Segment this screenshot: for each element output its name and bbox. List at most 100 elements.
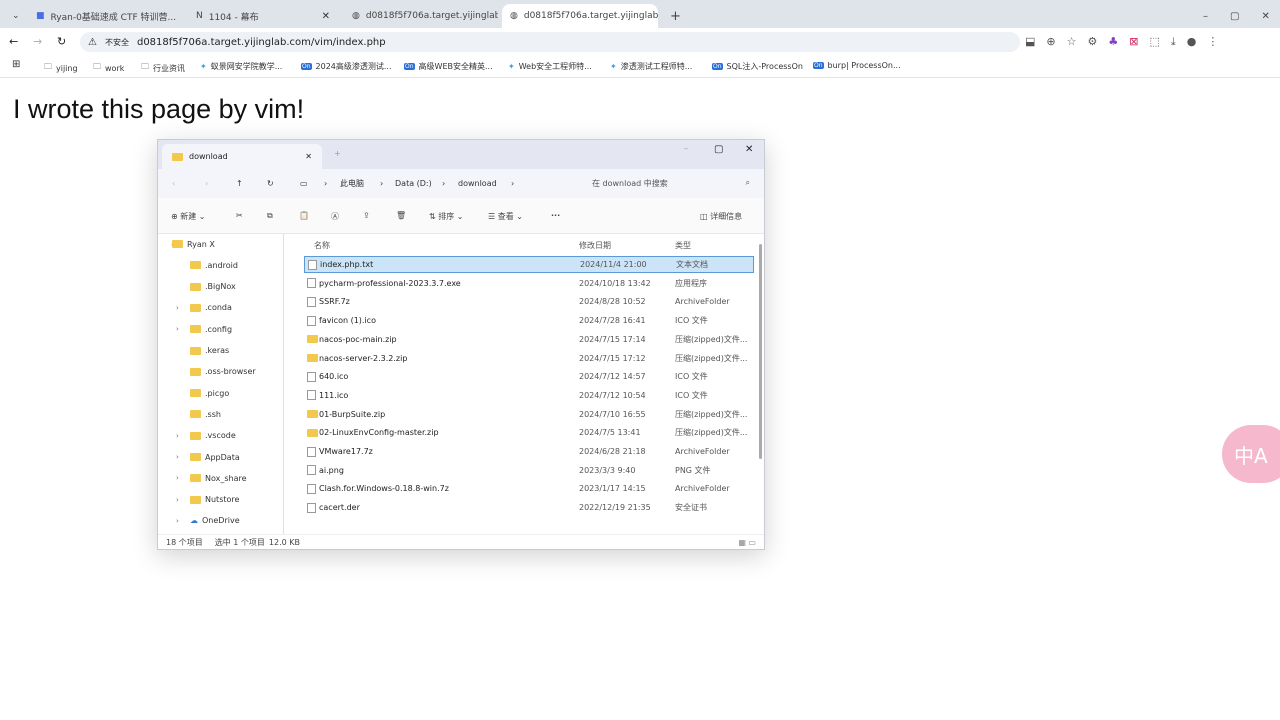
file-row[interactable]: VMware17.7z 2024/6/28 21:18 ArchiveFolder <box>304 443 754 460</box>
folder-icon <box>190 346 201 355</box>
file-row[interactable]: 111.ico 2024/7/12 10:54 ICO 文件 <box>304 387 754 404</box>
file-icon <box>307 446 316 457</box>
back-icon[interactable]: ‹ <box>172 179 175 188</box>
file-icon <box>307 502 316 513</box>
folder-icon <box>190 410 201 419</box>
bookmark[interactable]: ✦ Web安全工程师特... <box>508 61 592 72</box>
explorer-tab[interactable]: download ✕ <box>162 144 322 169</box>
url-input[interactable]: ⚠ 不安全 d0818f5f706a.target.yijinglab.com/v… <box>80 32 1020 52</box>
file-row[interactable]: 640.ico 2024/7/12 14:57 ICO 文件 <box>304 368 754 385</box>
refresh-icon[interactable]: ↻ <box>267 179 274 188</box>
computer-icon[interactable]: ▭ <box>300 179 308 188</box>
column-header-name[interactable]: 名称 <box>314 240 330 251</box>
maximize-button[interactable]: ▢ <box>714 144 723 155</box>
copy-icon[interactable]: ⧉ <box>267 211 273 221</box>
details-button[interactable]: ◫ 详细信息 <box>700 211 742 222</box>
column-header-date[interactable]: 修改日期 <box>579 240 611 251</box>
back-icon[interactable]: ← <box>9 35 18 48</box>
bookmark[interactable]: On 高级WEB安全精英... <box>404 61 493 72</box>
file-list: 名称 修改日期 类型 index.php.txt 2024/11/4 21:00 文… <box>286 234 764 534</box>
zip-folder-icon <box>307 354 318 362</box>
delete-icon[interactable]: 🗑 <box>396 211 406 220</box>
file-row[interactable]: nacos-poc-main.zip 2024/7/15 17:14 压缩(zipp… <box>304 331 754 348</box>
browser-tab[interactable]: N 1104 - 幕布 ✕ <box>188 4 338 28</box>
chevron-right-icon[interactable]: › <box>176 517 179 525</box>
folder-icon <box>172 240 183 248</box>
bookmark[interactable]: On SQL注入-ProcessOn <box>712 61 803 72</box>
tab-search-button[interactable]: ⌄ <box>4 4 24 28</box>
minimize-button[interactable]: – <box>684 144 688 153</box>
folder-icon <box>190 474 201 483</box>
file-icon <box>307 371 316 382</box>
breadcrumb-item[interactable]: 此电脑 <box>340 178 364 189</box>
status-bar: 18 个项目 选中 1 个项目 12.0 KB ▦ ▭ <box>158 534 764 550</box>
folder-icon <box>190 453 201 461</box>
bookmark[interactable]: ✦ 渗透测试工程师特... <box>610 61 692 72</box>
folder-icon <box>172 152 183 161</box>
chevron-right-icon[interactable]: › <box>176 496 179 504</box>
close-icon[interactable]: ✕ <box>305 152 312 161</box>
bookmark-folder[interactable]: 🗀 行业资讯 <box>141 61 185 75</box>
file-icon <box>307 390 316 401</box>
file-row[interactable]: Clash.for.Windows-0.18.8-win.7z 2023/1/17… <box>304 480 754 497</box>
file-row[interactable]: pycharm-professional-2023.3.7.exe 2024/10… <box>304 275 754 292</box>
search-input[interactable]: 在 download 中搜索 ⌕ <box>588 173 758 193</box>
vertical-scrollbar[interactable] <box>759 244 762 459</box>
browser-tab-active[interactable]: ◍d0818f5f706a.target.yijinglab...✕ <box>502 4 658 28</box>
rename-icon[interactable]: Ⓐ <box>331 211 339 222</box>
navigation-pane: ⌄Ryan X.android.BigNox›.conda›.config.ke… <box>158 234 284 534</box>
file-icon <box>307 483 316 494</box>
file-row[interactable]: ai.png 2023/3/3 9:40 PNG 文件 <box>304 462 754 479</box>
window-controls[interactable]: – ▢ ✕ <box>1195 4 1278 28</box>
bookmark[interactable]: ✦ 蚁景网安学院教学... <box>200 61 282 72</box>
view-toggle-icons[interactable]: ▦ ▭ <box>738 538 756 547</box>
chevron-right-icon[interactable]: › <box>176 474 179 482</box>
new-tab-button[interactable]: + <box>334 149 341 158</box>
breadcrumb-item[interactable]: download <box>458 179 497 188</box>
file-icon <box>307 278 316 289</box>
chevron-right-icon[interactable]: › <box>176 325 179 333</box>
up-icon[interactable]: ↑ <box>236 179 243 188</box>
cut-icon[interactable]: ✂ <box>236 211 243 220</box>
chevron-right-icon[interactable]: › <box>176 453 179 461</box>
extension-icons[interactable]: ⬓ ⊕ ☆ ⚙ ♣ ⊠ ⬚ ⤓ ● ⋮ <box>1025 35 1218 49</box>
bookmark-folder[interactable]: 🗀 yijing <box>44 61 78 75</box>
bookmark[interactable]: On 2024高级渗透测试... <box>301 61 392 72</box>
view-button[interactable]: ☰ 查看 ⌄ <box>488 211 523 222</box>
more-button[interactable]: ··· <box>551 211 560 220</box>
column-header-type[interactable]: 类型 <box>675 240 691 251</box>
file-row[interactable]: 01-BurpSuite.zip 2024/7/10 16:55 压缩(zipped… <box>304 406 754 423</box>
translate-button[interactable]: 中A <box>1222 425 1280 483</box>
bookmark[interactable]: On burp| ProcessOn... <box>813 61 901 70</box>
file-row[interactable]: 02-LinuxEnvConfig-master.zip 2024/7/5 13:… <box>304 424 754 441</box>
close-button[interactable]: ✕ <box>745 144 753 155</box>
file-row[interactable]: SSRF.7z 2024/8/28 10:52 ArchiveFolder <box>304 293 754 310</box>
zip-folder-icon <box>307 410 318 419</box>
forward-icon[interactable]: → <box>33 35 42 48</box>
file-row[interactable]: nacos-server-2.3.2.zip 2024/7/15 17:12 压缩(… <box>304 350 754 367</box>
browser-tab[interactable]: ■Ryan-0基础速成 CTF 特训营...✕ <box>28 4 178 28</box>
file-row[interactable]: favicon (1).ico 2024/7/28 16:41 ICO 文件 <box>304 312 754 329</box>
new-button[interactable]: ⊕ 新建 ⌄ <box>171 211 206 222</box>
breadcrumb-item[interactable]: Data (D:) <box>395 179 432 188</box>
file-row[interactable]: index.php.txt 2024/11/4 21:00 文本文档 <box>304 256 754 273</box>
zip-folder-icon <box>307 428 318 437</box>
file-explorer-window: download ✕ + – ▢ ✕ ‹ › ↑ ↻ ▭ › 此电脑 › Data… <box>157 139 765 550</box>
forward-icon[interactable]: › <box>205 179 208 188</box>
chevron-right-icon[interactable]: › <box>176 304 179 312</box>
chevron-right-icon[interactable]: › <box>176 432 179 440</box>
sort-button[interactable]: ⇅ 排序 ⌄ <box>429 211 464 222</box>
zip-folder-icon <box>307 335 318 344</box>
paste-icon[interactable]: 📋 <box>299 211 309 220</box>
new-tab-button[interactable]: + <box>662 4 689 28</box>
cloud-icon: ☁ <box>190 516 198 526</box>
apps-icon[interactable]: ⊞ <box>12 59 20 70</box>
close-icon[interactable]: ✕ <box>322 11 330 22</box>
share-icon[interactable]: ⇪ <box>363 211 370 220</box>
browser-tab[interactable]: ◍d0818f5f706a.target.yijinglab...✕ <box>344 4 498 28</box>
file-row[interactable]: cacert.der 2022/12/19 21:35 安全证书 <box>304 499 754 516</box>
folder-icon <box>190 282 201 291</box>
folder-icon <box>190 303 201 312</box>
bookmark-folder[interactable]: 🗀 work <box>93 61 124 75</box>
reload-icon[interactable]: ↻ <box>57 35 66 48</box>
